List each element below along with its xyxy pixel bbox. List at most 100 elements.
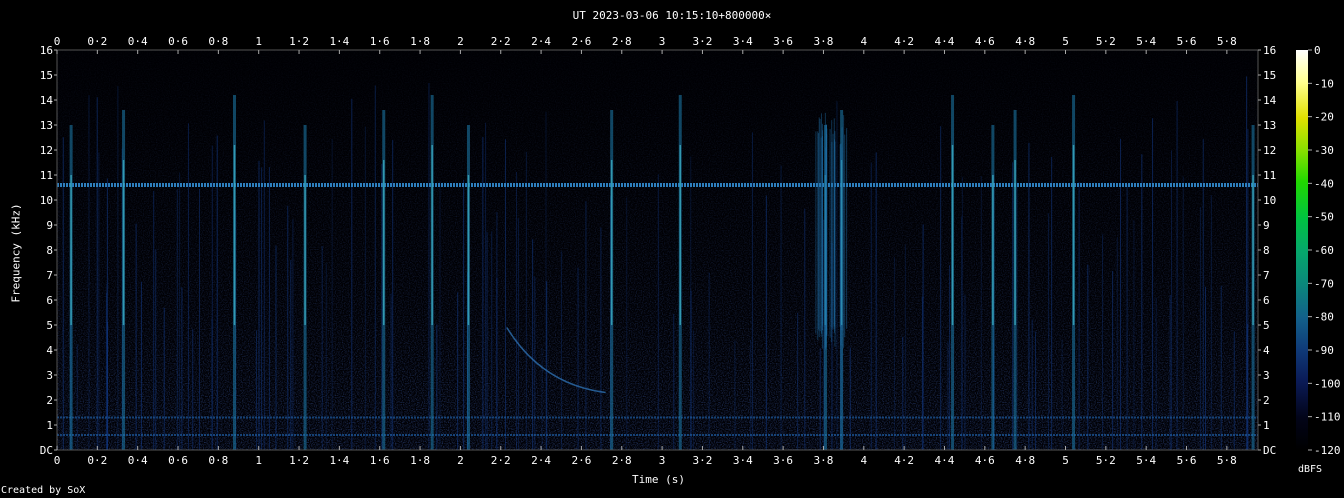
x-tick-label-top: 4·2 [894, 35, 914, 48]
x-tick-label-bottom: 2 [457, 454, 464, 467]
colorbar-tick-label: -100 [1314, 377, 1341, 390]
chart-title: UT 2023-03-06 10:15:10+800000× [572, 9, 772, 22]
x-tick-label-top: 5·2 [1096, 35, 1116, 48]
x-axis-label: Time (s) [632, 473, 685, 486]
x-tick-label-bottom: 1 [255, 454, 262, 467]
y-tick-label-left: 13 [40, 119, 53, 132]
y-tick-label-right: 14 [1263, 94, 1277, 107]
x-tick-label-top: 3 [659, 35, 666, 48]
x-tick-label-bottom: 1·4 [329, 454, 349, 467]
x-tick-label-top: 1·6 [370, 35, 390, 48]
x-tick-label-bottom: 0 [54, 454, 61, 467]
y-tick-label-right: 10 [1263, 194, 1276, 207]
y-tick-label-left: 9 [46, 219, 53, 232]
y-tick-label-right: 2 [1263, 394, 1270, 407]
colorbar-tick-label: -70 [1314, 277, 1334, 290]
x-tick-label-top: 2·8 [612, 35, 632, 48]
x-tick-label-top: 3·4 [733, 35, 753, 48]
x-tick-label-bottom: 4·4 [935, 454, 955, 467]
x-tick-label-bottom: 5 [1062, 454, 1069, 467]
x-tick-label-top: 0 [54, 35, 61, 48]
noise-floor [57, 50, 1258, 450]
x-tick-label-bottom: 0·4 [128, 454, 148, 467]
y-tick-label-left: 12 [40, 144, 53, 157]
x-tick-label-bottom: 0·6 [168, 454, 188, 467]
x-tick-label-top: 5 [1062, 35, 1069, 48]
x-tick-label-top: 2 [457, 35, 464, 48]
y-tick-label-right: 15 [1263, 69, 1276, 82]
colorbar-tick-label: -90 [1314, 344, 1334, 357]
x-tick-label-top: 3·8 [814, 35, 834, 48]
colorbar-tick-label: -80 [1314, 311, 1334, 324]
x-tick-label-bottom: 5·2 [1096, 454, 1116, 467]
colorbar-unit-label: dBFS [1298, 464, 1323, 475]
x-tick-label-top: 4·4 [935, 35, 955, 48]
colorbar-tick-label: -50 [1314, 211, 1334, 224]
x-tick-label-bottom: 2·6 [571, 454, 591, 467]
x-tick-label-bottom: 3·6 [773, 454, 793, 467]
y-tick-label-left: 14 [40, 94, 54, 107]
y-tick-label-left: 6 [46, 294, 53, 307]
y-axis-label: Frequency (kHz) [9, 203, 23, 303]
colorbar-tick-label: -30 [1314, 144, 1334, 157]
y-tick-label-left: 16 [40, 44, 53, 57]
y-tick-label-left: 11 [40, 169, 53, 182]
x-tick-label-top: 5·6 [1177, 35, 1197, 48]
x-tick-label-bottom: 5·6 [1177, 454, 1197, 467]
x-tick-label-top: 0·8 [208, 35, 228, 48]
y-tick-label-left: DC [40, 444, 53, 457]
x-tick-label-top: 2·2 [491, 35, 511, 48]
y-tick-label-left: 15 [40, 69, 53, 82]
spectrogram-figure: 0 0·2 0·4 0·6 0·8 1 1·2 1·4 1·6 1·8 2 2·2 2·4 2·6 2·8 3… [40, 35, 1341, 467]
x-tick-label-top: 2·6 [571, 35, 591, 48]
x-tick-label-top: 0·4 [128, 35, 148, 48]
y-tick-label-right: 13 [1263, 119, 1276, 132]
x-tick-label-bottom: 2·4 [531, 454, 551, 467]
x-tick-label-bottom: 3·4 [733, 454, 753, 467]
x-tick-label-bottom: 0·8 [208, 454, 228, 467]
x-tick-label-bottom: 2·2 [491, 454, 511, 467]
y-tick-label-right: DC [1263, 444, 1276, 457]
x-tick-label-bottom: 4·6 [975, 454, 995, 467]
y-tick-label-right: 12 [1263, 144, 1276, 157]
x-tick-label-bottom: 3 [659, 454, 666, 467]
y-tick-label-right: 11 [1263, 169, 1276, 182]
x-tick-label-top: 2·4 [531, 35, 551, 48]
y-tick-label-left: 5 [46, 319, 53, 332]
x-tick-label-top: 1·2 [289, 35, 309, 48]
x-tick-label-bottom: 3·8 [814, 454, 834, 467]
credit-text: Created by SoX [1, 485, 86, 496]
x-tick-label-top: 1·4 [329, 35, 349, 48]
y-tick-label-left: 1 [46, 419, 53, 432]
x-tick-label-bottom: 4·8 [1015, 454, 1035, 467]
y-tick-label-right: 1 [1263, 419, 1270, 432]
y-tick-label-right: 4 [1263, 344, 1270, 357]
x-tick-label-top: 3·2 [693, 35, 713, 48]
x-tick-label-top: 1·8 [410, 35, 430, 48]
y-tick-label-left: 10 [40, 194, 53, 207]
colorbar-tick-label: -10 [1314, 77, 1334, 90]
x-tick-label-bottom: 5·4 [1136, 454, 1156, 467]
colorbar-tick-label: -40 [1314, 177, 1334, 190]
y-axis-left: DC12345678910111213141516 [40, 44, 57, 457]
x-tick-label-bottom: 3·2 [693, 454, 713, 467]
colorbar-tick-label: 0 [1314, 44, 1321, 57]
x-tick-label-top: 4·6 [975, 35, 995, 48]
y-tick-label-right: 3 [1263, 369, 1270, 382]
x-tick-label-top: 4·8 [1015, 35, 1035, 48]
colorbar-tick-label: -120 [1314, 444, 1341, 457]
y-tick-label-right: 5 [1263, 319, 1270, 332]
y-tick-label-right: 6 [1263, 294, 1270, 307]
x-tick-label-bottom: 5·8 [1217, 454, 1237, 467]
x-tick-label-bottom: 0·2 [87, 454, 107, 467]
y-axis-right: DC12345678910111213141516 [1258, 44, 1277, 457]
x-tick-label-top: 3·6 [773, 35, 793, 48]
x-tick-label-bottom: 2·8 [612, 454, 632, 467]
y-tick-label-left: 8 [46, 244, 53, 257]
y-tick-label-left: 4 [46, 344, 53, 357]
x-tick-label-bottom: 1·6 [370, 454, 390, 467]
x-tick-label-bottom: 1·8 [410, 454, 430, 467]
y-tick-label-right: 16 [1263, 44, 1276, 57]
x-tick-label-top: 0·2 [87, 35, 107, 48]
x-tick-label-bottom: 1·2 [289, 454, 309, 467]
